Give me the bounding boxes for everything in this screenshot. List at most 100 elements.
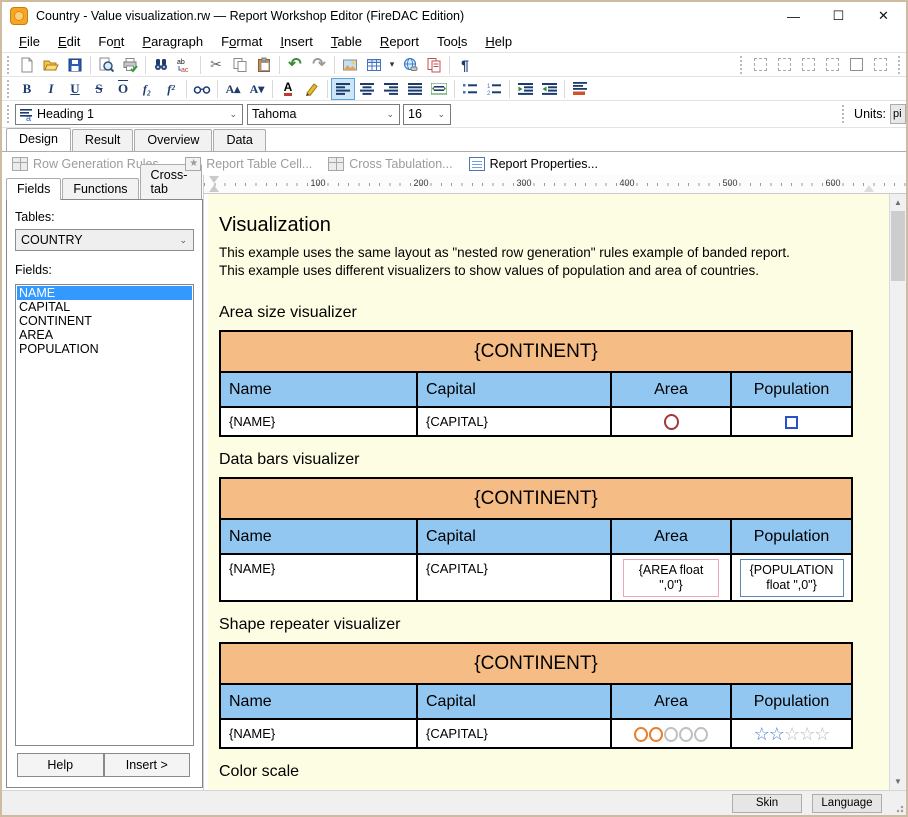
menu-file[interactable]: File xyxy=(10,32,49,51)
menu-insert[interactable]: Insert xyxy=(271,32,322,51)
tab-design[interactable]: Design xyxy=(6,128,71,151)
data-cell-population-visualizer[interactable] xyxy=(731,407,852,436)
header-cell-capital[interactable]: Capital xyxy=(417,519,611,554)
header-cell-area[interactable]: Area xyxy=(611,372,731,407)
toolbar-grip[interactable] xyxy=(7,80,12,98)
print-button[interactable] xyxy=(118,54,142,76)
report-page[interactable]: Visualization This example uses the same… xyxy=(208,194,889,790)
align-left-button[interactable] xyxy=(331,78,355,100)
paragraph-shading-button[interactable] xyxy=(568,78,592,100)
section-heading-data-bars[interactable]: Data bars visualizer xyxy=(219,450,875,470)
toolbar-grip[interactable] xyxy=(740,56,745,74)
data-cell-population-visualizer[interactable]: ☆☆☆☆☆ xyxy=(731,719,852,748)
paragraph-style-combobox[interactable]: a Heading 1 ⌄ xyxy=(15,104,243,125)
document-intro[interactable]: This example uses the same layout as "ne… xyxy=(219,244,875,279)
maximize-button[interactable]: ☐ xyxy=(816,2,861,30)
continent-banner-cell[interactable]: {CONTINENT} xyxy=(220,331,852,372)
right-indent-marker[interactable] xyxy=(864,185,874,192)
superscript-button[interactable]: f² xyxy=(159,78,183,100)
paste-button[interactable] xyxy=(252,54,276,76)
units-selector[interactable]: pi xyxy=(890,104,906,124)
continent-banner-cell[interactable]: {CONTINENT} xyxy=(220,643,852,684)
readability-button[interactable] xyxy=(190,78,214,100)
data-cell-area-visualizer[interactable]: {AREA float ",0"} xyxy=(611,554,731,601)
report-properties-button[interactable]: Report Properties... xyxy=(465,155,608,173)
toolbar-grip[interactable] xyxy=(898,56,903,74)
cross-tabulation-button[interactable]: Cross Tabulation... xyxy=(324,155,462,173)
section-heading-area-size[interactable]: Area size visualizer xyxy=(219,303,875,323)
insert-image-button[interactable] xyxy=(338,54,362,76)
scroll-down-arrow[interactable]: ▼ xyxy=(890,773,906,790)
underline-button[interactable]: U xyxy=(63,78,87,100)
data-cell-area-visualizer[interactable] xyxy=(611,407,731,436)
data-cell-capital[interactable]: {CAPITAL} xyxy=(417,407,611,436)
subscript-button[interactable]: f₂ xyxy=(135,78,159,100)
header-cell-population[interactable]: Population xyxy=(731,372,852,407)
scroll-up-arrow[interactable]: ▲ xyxy=(890,194,906,211)
font-color-button[interactable]: A xyxy=(276,78,300,100)
menu-help[interactable]: Help xyxy=(476,32,521,51)
menu-table[interactable]: Table xyxy=(322,32,371,51)
list-item-name[interactable]: NAME xyxy=(17,286,192,300)
find-button[interactable] xyxy=(149,54,173,76)
first-line-indent-marker[interactable] xyxy=(209,176,219,183)
list-item-continent[interactable]: CONTINENT xyxy=(17,314,192,328)
toolbar-grip[interactable] xyxy=(7,105,12,123)
toolbar-grip[interactable] xyxy=(842,105,847,123)
font-name-combobox[interactable]: Tahoma ⌄ xyxy=(247,104,400,125)
document-title[interactable]: Visualization xyxy=(219,212,875,238)
data-cell-name[interactable]: {NAME} xyxy=(220,719,417,748)
header-cell-area[interactable]: Area xyxy=(611,519,731,554)
section-heading-shape-repeater[interactable]: Shape repeater visualizer xyxy=(219,615,875,635)
highlight-button[interactable] xyxy=(300,78,324,100)
border-preset-6-button[interactable] xyxy=(868,54,892,76)
hyperlink-button[interactable] xyxy=(398,54,422,76)
header-cell-name[interactable]: Name xyxy=(220,519,417,554)
border-preset-2-button[interactable] xyxy=(772,54,796,76)
strikethrough-button[interactable]: S xyxy=(87,78,111,100)
language-button[interactable]: Language xyxy=(812,794,882,813)
close-button[interactable]: ✕ xyxy=(861,2,906,30)
border-preset-4-button[interactable] xyxy=(820,54,844,76)
new-document-button[interactable] xyxy=(15,54,39,76)
tab-fields[interactable]: Fields xyxy=(6,178,61,200)
report-table-cell-button[interactable]: ★ Report Table Cell... xyxy=(181,155,322,173)
header-cell-population[interactable]: Population xyxy=(731,684,852,719)
bold-button[interactable]: B xyxy=(15,78,39,100)
tables-combobox[interactable]: COUNTRY ⌄ xyxy=(15,229,194,251)
header-cell-name[interactable]: Name xyxy=(220,684,417,719)
header-cell-capital[interactable]: Capital xyxy=(417,684,611,719)
insert-frame-button[interactable] xyxy=(422,54,446,76)
scrollbar-track[interactable] xyxy=(890,211,906,773)
data-cell-area-visualizer[interactable] xyxy=(611,719,731,748)
insert-table-button[interactable] xyxy=(362,54,386,76)
tab-functions[interactable]: Functions xyxy=(62,178,138,200)
insert-field-button[interactable]: Insert > xyxy=(104,753,191,777)
data-cell-population-visualizer[interactable]: {POPULATION float ",0"} xyxy=(731,554,852,601)
align-justify-button[interactable] xyxy=(403,78,427,100)
shrink-font-button[interactable]: A▾ xyxy=(245,78,269,100)
list-item-capital[interactable]: CAPITAL xyxy=(17,300,192,314)
data-cell-capital[interactable]: {CAPITAL} xyxy=(417,554,611,601)
left-indent-marker[interactable] xyxy=(209,185,219,192)
menu-tools[interactable]: Tools xyxy=(428,32,476,51)
tab-result[interactable]: Result xyxy=(72,129,133,151)
pilcrow-button[interactable]: ¶ xyxy=(453,54,477,76)
menu-paragraph[interactable]: Paragraph xyxy=(133,32,212,51)
align-center-button[interactable] xyxy=(355,78,379,100)
copy-button[interactable] xyxy=(228,54,252,76)
border-preset-1-button[interactable] xyxy=(748,54,772,76)
resize-grip[interactable] xyxy=(894,803,904,813)
redo-button[interactable]: ↷ xyxy=(307,54,331,76)
border-preset-3-button[interactable] xyxy=(796,54,820,76)
minimize-button[interactable]: — xyxy=(771,2,816,30)
increase-indent-button[interactable] xyxy=(537,78,561,100)
header-cell-capital[interactable]: Capital xyxy=(417,372,611,407)
numbered-list-button[interactable]: 12 xyxy=(482,78,506,100)
align-right-button[interactable] xyxy=(379,78,403,100)
data-cell-name[interactable]: {NAME} xyxy=(220,407,417,436)
menu-report[interactable]: Report xyxy=(371,32,428,51)
menu-edit[interactable]: Edit xyxy=(49,32,89,51)
section-heading-color-scale[interactable]: Color scale xyxy=(219,762,875,782)
menu-format[interactable]: Format xyxy=(212,32,271,51)
